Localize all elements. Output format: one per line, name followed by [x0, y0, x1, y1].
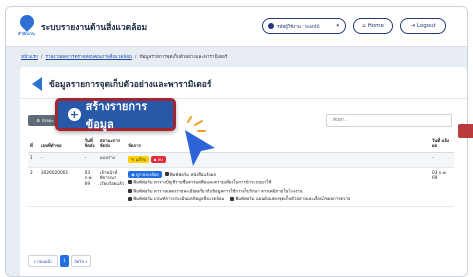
col-header-action: จัดการ	[126, 137, 430, 153]
print-link-4[interactable]: พิมพ์ฟอร์ม เกณฑ์การประเมินผลข้อมูลสิ่งแว…	[128, 196, 224, 202]
recycle-icon: ♻	[36, 118, 40, 123]
print-link-2[interactable]: พิมพ์ฟอร์ม ตารางบัญชีรายชื่อสารมลพิษและค…	[128, 180, 428, 186]
table-row: 1 - - แบบร่าง ✎ แก้ไข ▪ ลบ -	[28, 152, 454, 168]
col-header-send-date: วันที่ จัดส่ง	[82, 137, 98, 153]
col-header-result-date: วันที่ แจ้ง ผล	[429, 137, 454, 153]
breadcrumb-report-link[interactable]: รายงานผลการตรวจสอบคุณภาพสิ่งแวดล้อม	[46, 55, 132, 60]
logo-drop-icon	[17, 12, 37, 32]
home-label: Home	[367, 23, 384, 29]
side-tab[interactable]	[458, 124, 473, 138]
cell-no: 2	[28, 167, 39, 208]
cell-result-date: -	[429, 152, 454, 168]
records-table: ที่ เลขที่คำขอ วันที่ จัดส่ง สถานะการจัด…	[28, 137, 454, 208]
cell-doc: -	[38, 152, 83, 168]
printer-icon	[128, 196, 133, 201]
breadcrumb: หน้าแรก / รายงานผลการตรวจสอบคุณภาพสิ่งแวดล…	[21, 55, 228, 60]
print-link-1[interactable]: พิมพ์ฟอร์ม หนังสือแจ้งผล	[164, 172, 216, 178]
prev-page-button[interactable]: « ก่อนหน้า	[28, 255, 58, 267]
plus-circle-icon: +	[68, 108, 81, 121]
printer-icon	[128, 180, 133, 185]
cell-doc: 3026020001	[38, 167, 83, 208]
search-input[interactable]	[326, 114, 452, 127]
page-title: ข้อมูลรายการจุดเก็บตัวอย่างและพารามิเตอร…	[49, 80, 212, 90]
logout-label: Logout	[416, 23, 436, 29]
current-page-button[interactable]: 1	[60, 255, 69, 267]
cell-action: ✎ แก้ไข ▪ ลบ	[126, 152, 430, 168]
table-header-row: ที่ เลขที่คำขอ วันที่ จัดส่ง สถานะการจัด…	[28, 137, 454, 153]
breadcrumb-home-link[interactable]: หน้าแรก	[21, 55, 38, 60]
logo-text: สำนักงาน	[18, 31, 35, 36]
table-row: 2 3026020001 03 ก.พ. 69 เจ้าหน้าที่พิจาร…	[28, 167, 454, 208]
printer-icon	[230, 196, 235, 201]
logout-button[interactable]: ⇥ Logout	[400, 18, 446, 34]
next-page-button[interactable]: ถัดไป »	[71, 255, 91, 267]
printer-icon	[164, 172, 169, 177]
logout-icon: ⇥	[410, 23, 415, 29]
pointer-cursor-icon	[185, 130, 215, 166]
cell-send-date: 03 ก.พ. 69	[82, 167, 98, 208]
cell-send-date: -	[82, 152, 98, 168]
cell-result-date: 03 ก.พ. 69	[429, 167, 454, 208]
chevron-down-icon: ▾	[336, 23, 339, 29]
edit-button[interactable]: ✎ แก้ไข	[128, 155, 149, 164]
app-window: สำนักงาน ระบบรายงานด้านสิ่งแวดล้อม รหัสผ…	[5, 6, 468, 277]
top-header: สำนักงาน ระบบรายงานด้านสิ่งแวดล้อม รหัสผ…	[6, 7, 467, 47]
app-title: ระบบรายงานด้านสิ่งแวดล้อม	[41, 23, 148, 33]
screenshot-frame: สำนักงาน ระบบรายงานด้านสิ่งแวดล้อม รหัสผ…	[0, 0, 473, 277]
recycle-label: ถังขยะ	[41, 118, 54, 123]
col-header-no: ที่	[28, 137, 39, 153]
user-menu[interactable]: รหัสผู้ใช้งาน : test46 ▾	[262, 18, 346, 34]
cell-action: ◉ ดูรายละเอียด พิมพ์ฟอร์ม หนังสือแจ้งผล พ…	[126, 167, 430, 208]
cell-status: แบบร่าง	[97, 152, 127, 168]
col-header-doc: เลขที่คำขอ	[38, 137, 83, 153]
create-record-button[interactable]: + สร้างรายการข้อมูล	[55, 98, 176, 131]
user-icon	[268, 23, 274, 29]
user-label: รหัสผู้ใช้งาน : test46	[277, 24, 320, 30]
printer-icon	[128, 188, 133, 193]
print-link-3[interactable]: พิมพ์ฟอร์ม ตารางแสดงรายละเอียดเกี่ยวกับข…	[128, 188, 428, 195]
cell-status: เจ้าหน้าที่พิจารณา เรียบร้อยแล้ว	[97, 167, 127, 208]
home-icon: ⌂	[362, 23, 366, 29]
delete-button[interactable]: ▪ ลบ	[150, 155, 166, 164]
view-detail-button[interactable]: ◉ ดูรายละเอียด	[128, 170, 162, 178]
cell-no: 1	[28, 152, 39, 168]
print-link-5[interactable]: พิมพ์ฟอร์ม แผนผังแสดงจุดเก็บตัวอย่างและเ…	[230, 196, 350, 202]
home-button[interactable]: ⌂ Home	[353, 18, 393, 34]
title-row: ข้อมูลรายการจุดเก็บตัวอย่างและพารามิเตอร…	[20, 67, 467, 99]
col-header-status: สถานะการจัดส่ง	[97, 137, 127, 153]
print-links-row: พิมพ์ฟอร์ม เกณฑ์การประเมินผลข้อมูลสิ่งแว…	[128, 196, 428, 203]
breadcrumb-current: ข้อมูลรายการจุดเก็บตัวอย่างและพารามิเตอร…	[139, 55, 228, 60]
pagination: « ก่อนหน้า 1 ถัดไป »	[28, 255, 91, 267]
create-record-label: สร้างรายการข้อมูล	[85, 99, 148, 131]
logo: สำนักงาน	[16, 12, 38, 39]
back-arrow-icon[interactable]	[32, 77, 42, 91]
